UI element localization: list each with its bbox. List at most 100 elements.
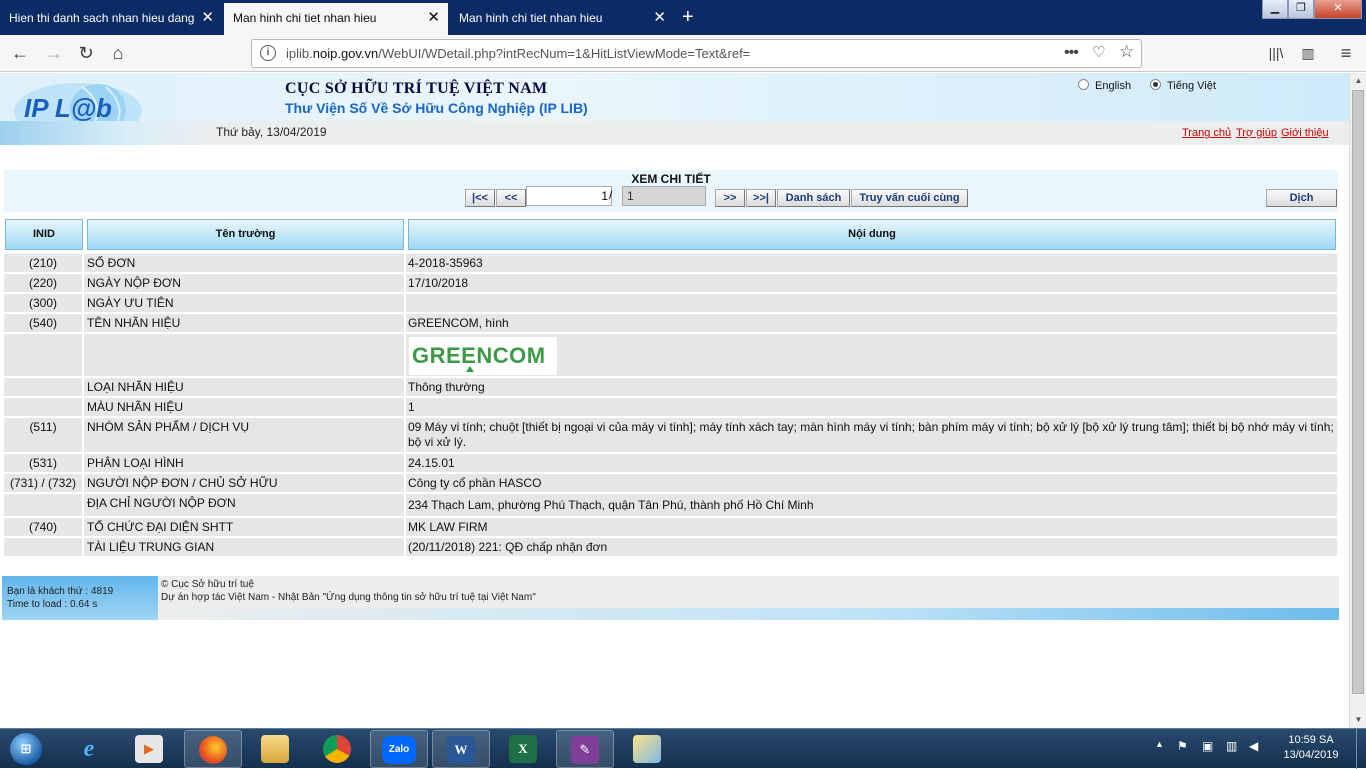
- table-row: LOẠI NHÃN HIỆU Thông thường: [4, 378, 1337, 396]
- url-text[interactable]: iplib.noip.gov.vn/WebUI/WDetail.php?intR…: [286, 46, 750, 61]
- internet-explorer-icon: e: [83, 736, 95, 762]
- reload-icon[interactable]: ↻: [72, 40, 100, 66]
- row-field: NHÓM SẢN PHẨM / DỊCH VỤ: [87, 420, 250, 434]
- page-scrollbar[interactable]: ▲ ▼: [1349, 73, 1366, 728]
- record-number-input[interactable]: 1: [526, 186, 612, 206]
- media-player-icon: ▶: [135, 735, 163, 763]
- row-field: LOẠI NHÃN HIỆU: [87, 380, 184, 394]
- taskbar-excel[interactable]: X: [494, 730, 552, 768]
- translate-button[interactable]: Dịch: [1266, 189, 1337, 207]
- row-field: SỐ ĐƠN: [87, 256, 136, 270]
- row-value: 1: [408, 400, 415, 414]
- radio-icon[interactable]: [1078, 79, 1089, 90]
- tab-chi-tiet-2[interactable]: Man hinh chi tiet nhan hieu ✕: [450, 3, 674, 35]
- first-record-button[interactable]: |<<: [465, 189, 495, 207]
- prev-record-button[interactable]: <<: [496, 189, 526, 207]
- lang-english-radio[interactable]: English: [1078, 79, 1131, 92]
- record-separator: /: [609, 188, 613, 202]
- taskbar-paint[interactable]: [618, 730, 676, 768]
- col-divider: [82, 254, 84, 272]
- show-desktop-button[interactable]: [1356, 729, 1366, 769]
- help-link[interactable]: Trợ giúp: [1236, 127, 1277, 139]
- maximize-icon[interactable]: ❐: [1288, 0, 1314, 19]
- home-icon[interactable]: ⌂: [104, 40, 132, 66]
- footer-stats-panel: [2, 576, 158, 620]
- date-bar: Thứ bảy, 13/04/2019 Trang chủ Trợ giúp G…: [0, 121, 1349, 145]
- project-text: Dự án hợp tác Việt Nam - Nhật Bản "Ứng d…: [161, 592, 536, 603]
- row-value: (20/11/2018) 221: QĐ chấp nhận đơn: [408, 540, 608, 554]
- new-tab-icon[interactable]: +: [682, 4, 694, 30]
- taskbar-word[interactable]: W: [432, 730, 490, 768]
- forward-icon[interactable]: →: [40, 40, 68, 66]
- col-divider: [82, 538, 84, 556]
- taskbar-clock[interactable]: 10:59 SA 13/04/2019: [1280, 733, 1342, 763]
- window-close-icon[interactable]: ✕: [1314, 0, 1362, 19]
- clock-time: 10:59 SA: [1288, 734, 1334, 746]
- scroll-thumb[interactable]: [1352, 90, 1364, 694]
- next-record-button[interactable]: >>: [715, 189, 745, 207]
- table-row: MÀU NHÃN HIỆU 1: [4, 398, 1337, 416]
- taskbar-ie[interactable]: e: [60, 730, 118, 768]
- row-inid: (210): [28, 256, 57, 270]
- taskbar-explorer[interactable]: [246, 730, 304, 768]
- last-record-button[interactable]: >>|: [746, 189, 776, 207]
- tray-expand-icon[interactable]: ▲: [1155, 739, 1164, 749]
- col-divider: [404, 518, 406, 536]
- col-divider: [82, 378, 84, 396]
- row-value: GREENCOM: [408, 334, 1336, 376]
- notes-app-icon: ✎: [571, 736, 599, 764]
- sidebar-icon[interactable]: ▥: [1294, 40, 1322, 66]
- scroll-down-icon[interactable]: ▼: [1350, 712, 1366, 728]
- taskbar-zalo[interactable]: Zalo: [370, 730, 428, 768]
- last-query-button[interactable]: Truy vấn cuối cùng: [851, 189, 968, 207]
- taskbar-firefox[interactable]: [184, 730, 242, 768]
- taskbar-chrome[interactable]: [308, 730, 366, 768]
- volume-muted-icon[interactable]: ◀: [1249, 739, 1258, 753]
- lang-english-label: English: [1095, 80, 1132, 92]
- menu-icon[interactable]: ≡: [1332, 40, 1360, 66]
- tab-chi-tiet-active[interactable]: Man hinh chi tiet nhan hieu ✕: [224, 3, 448, 35]
- col-divider: [82, 474, 84, 492]
- table-row: (511) NHÓM SẢN PHẨM / DỊCH VỤ 09 Máy vi …: [4, 418, 1337, 452]
- footer-swoosh: [158, 608, 1339, 620]
- device-icon[interactable]: ▣: [1202, 739, 1213, 753]
- close-tab-icon[interactable]: ✕: [427, 3, 440, 33]
- home-link[interactable]: Trang chủ: [1182, 127, 1231, 139]
- col-divider: [82, 518, 84, 536]
- page-content: IP L@b CỤC SỞ HỮU TRÍ TUỆ VIỆT NAM Thư V…: [0, 73, 1349, 728]
- radio-selected-icon[interactable]: [1150, 79, 1161, 90]
- row-inid: (731) / (732): [9, 476, 77, 490]
- row-field: NGÀY ƯU TIÊN: [87, 296, 174, 310]
- col-divider: [404, 314, 406, 332]
- close-tab-icon[interactable]: ✕: [201, 3, 214, 33]
- info-icon[interactable]: i: [260, 45, 276, 61]
- bookmark-star-icon[interactable]: ☆: [1119, 42, 1134, 62]
- chrome-icon: [323, 735, 351, 763]
- close-tab-icon[interactable]: ✕: [653, 3, 666, 33]
- page-actions-icon[interactable]: •••: [1064, 44, 1079, 62]
- taskbar-onenote[interactable]: ✎: [556, 730, 614, 768]
- col-divider: [82, 294, 84, 312]
- library-icon[interactable]: |||\: [1262, 40, 1290, 66]
- col-divider: [82, 274, 84, 292]
- taskbar-media-player[interactable]: ▶: [120, 730, 178, 768]
- about-link[interactable]: Giới thiệu: [1281, 127, 1329, 139]
- current-date: Thứ bảy, 13/04/2019: [216, 125, 327, 139]
- scroll-up-icon[interactable]: ▲: [1350, 73, 1366, 89]
- lang-vietnamese-radio[interactable]: Tiếng Việt: [1150, 79, 1216, 92]
- col-divider: [404, 294, 406, 312]
- network-icon[interactable]: ▥: [1226, 739, 1237, 753]
- list-button[interactable]: Danh sách: [777, 189, 850, 207]
- tab-danh-sach[interactable]: Hien thi danh sach nhan hieu dang ✕: [0, 3, 222, 35]
- pocket-icon[interactable]: ♡: [1092, 43, 1105, 61]
- col-divider: [404, 254, 406, 272]
- trademark-image[interactable]: GREENCOM: [408, 336, 558, 376]
- back-icon[interactable]: ←: [6, 40, 34, 66]
- windows-logo-icon: ⊞: [10, 733, 42, 765]
- excel-icon: X: [509, 735, 537, 763]
- url-bar[interactable]: i iplib.noip.gov.vn/WebUI/WDetail.php?in…: [251, 39, 1142, 68]
- site-footer: Bạn là khách thứ : 4819 Time to load : 0…: [2, 576, 1339, 620]
- minimize-icon[interactable]: ▁: [1262, 0, 1288, 19]
- start-button[interactable]: ⊞: [0, 730, 52, 768]
- action-center-flag-icon[interactable]: ⚑: [1177, 739, 1188, 753]
